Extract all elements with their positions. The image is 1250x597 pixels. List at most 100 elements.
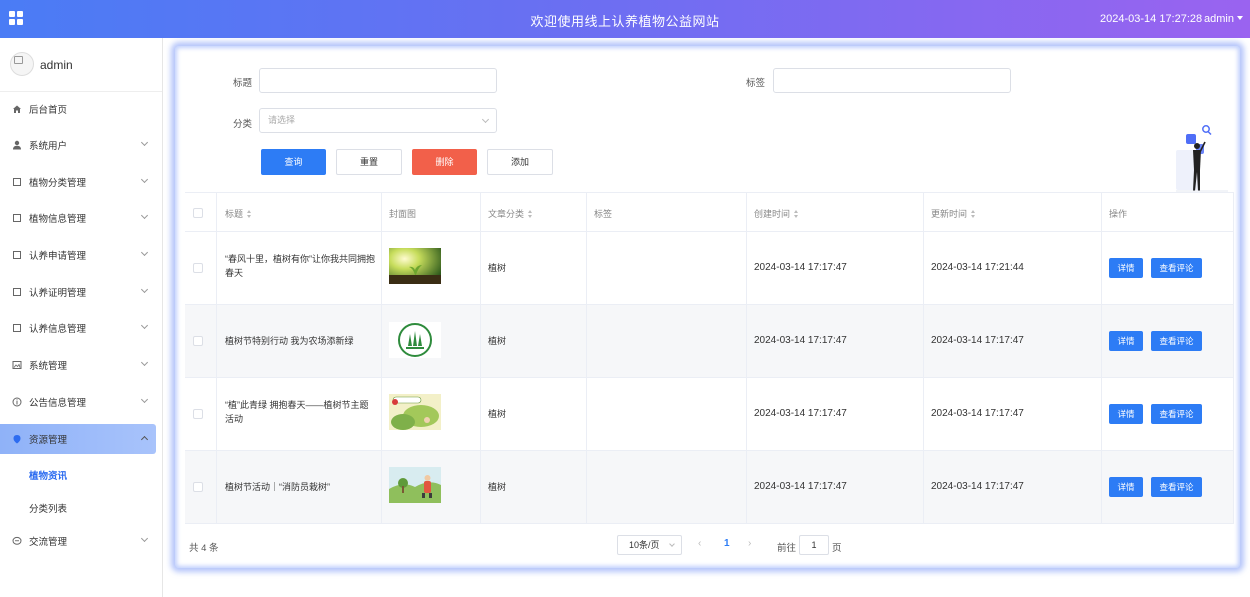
header-updated[interactable]: 更新时间	[931, 207, 976, 220]
sidebar-item-label: 后台首页	[29, 105, 68, 116]
sidebar-item-label: 系统用户	[29, 141, 68, 152]
category-placeholder: 请选择	[268, 115, 296, 125]
category-label: 分类	[233, 119, 253, 130]
sort-icon[interactable]	[247, 210, 252, 218]
sidebar-subitem-label: 植物资讯	[29, 471, 68, 482]
chevron-down-icon	[669, 541, 675, 547]
column-divider	[923, 192, 924, 524]
sort-icon[interactable]	[794, 210, 799, 218]
detail-button[interactable]: 详情	[1109, 258, 1143, 278]
sidebar-item-users[interactable]: 系统用户	[0, 130, 163, 160]
sidebar-item-label: 认养申请管理	[29, 251, 87, 262]
page-size-value: 10条/页	[629, 540, 660, 550]
header-actions: 操作	[1109, 209, 1128, 219]
row-checkbox[interactable]	[193, 482, 203, 492]
sort-icon[interactable]	[971, 210, 976, 218]
chevron-right-icon[interactable]: ›	[748, 539, 758, 549]
title-label: 标题	[233, 78, 253, 89]
sidebar-item-adoption-proof[interactable]: 认养证明管理	[0, 277, 163, 307]
sidebar-item-plant-category[interactable]: 植物分类管理	[0, 167, 163, 197]
goto-unit: 页	[832, 543, 842, 554]
row-title: 植树节活动｜“消防员栽树”	[225, 482, 330, 492]
chat-icon	[12, 536, 22, 546]
column-divider	[1101, 192, 1102, 524]
user-dropdown[interactable]: admin	[1204, 13, 1243, 25]
sidebar-subitem-category-list[interactable]: 分类列表	[0, 494, 163, 520]
page-number[interactable]: 1	[724, 538, 730, 549]
header-created[interactable]: 创建时间	[754, 207, 799, 220]
view-comments-button[interactable]: 查看评论	[1151, 477, 1202, 497]
header-cover: 封面图	[389, 209, 417, 219]
site-title: 欢迎使用线上认养植物公益网站	[530, 14, 720, 29]
row-checkbox[interactable]	[193, 409, 203, 419]
sidebar-item-communication[interactable]: 交流管理	[0, 526, 163, 556]
tag-label: 标签	[746, 78, 766, 89]
view-comments-button[interactable]: 查看评论	[1151, 404, 1202, 424]
person-illustration	[1176, 125, 1228, 192]
detail-button[interactable]: 详情	[1109, 477, 1143, 497]
goto-page-input[interactable]: 1	[799, 535, 829, 555]
row-category: 植树	[488, 263, 507, 273]
row-title: “春风十里，植树有你”让你我共同拥抱春天	[225, 254, 375, 278]
row-checkbox[interactable]	[193, 336, 203, 346]
caret-down-icon	[1236, 16, 1243, 20]
delete-button[interactable]: 删除	[412, 149, 477, 175]
tag-input[interactable]	[773, 68, 1011, 93]
sidebar-item-label: 植物分类管理	[29, 178, 87, 189]
header-title[interactable]: 标题	[225, 207, 252, 220]
current-datetime: 2024-03-14 17:27:28	[1100, 13, 1203, 25]
reset-button[interactable]: 重置	[336, 149, 402, 175]
chevron-left-icon[interactable]: ‹	[698, 539, 708, 549]
chevron-down-icon	[140, 321, 149, 330]
goto-label: 前往	[777, 543, 797, 554]
chevron-down-icon	[140, 175, 149, 184]
sidebar-item-notice[interactable]: 公告信息管理	[0, 387, 163, 417]
row-title: “植”此青绿 拥抱春天——植树节主题活动	[225, 400, 369, 424]
query-button[interactable]: 查询	[261, 149, 326, 175]
sidebar-item-label: 系统管理	[29, 361, 68, 372]
cover-image	[389, 248, 441, 284]
sidebar-item-home[interactable]: 后台首页	[0, 94, 163, 124]
sidebar-subitem-plant-news[interactable]: 植物资讯	[0, 461, 163, 487]
sidebar-item-system[interactable]: 系统管理	[0, 350, 163, 380]
cover-image	[389, 322, 441, 358]
view-comments-button[interactable]: 查看评论	[1151, 331, 1202, 351]
header-category-text: 文章分类	[488, 209, 525, 219]
row-created: 2024-03-14 17:17:47	[754, 481, 847, 492]
row-title: 植树节特别行动 我为农场添新绿	[225, 336, 354, 346]
title-input[interactable]	[259, 68, 497, 93]
column-divider	[381, 192, 382, 524]
column-divider	[1233, 192, 1234, 524]
add-button[interactable]: 添加	[487, 149, 553, 175]
sidebar-item-adoption-info[interactable]: 认养信息管理	[0, 313, 163, 343]
detail-button[interactable]: 详情	[1109, 331, 1143, 351]
sidebar-item-resources[interactable]: 资源管理	[0, 424, 156, 454]
chevron-down-icon	[140, 248, 149, 257]
row-category: 植树	[488, 336, 507, 346]
header-updated-text: 更新时间	[931, 209, 968, 219]
category-select[interactable]: 请选择	[259, 108, 497, 133]
detail-button[interactable]: 详情	[1109, 404, 1143, 424]
row-updated: 2024-03-14 17:21:44	[931, 262, 1024, 273]
sidebar-item-label: 交流管理	[29, 537, 68, 548]
sidebar-item-plant-info[interactable]: 植物信息管理	[0, 203, 163, 233]
sidebar-subitem-label: 分类列表	[29, 504, 68, 515]
sort-icon[interactable]	[528, 210, 533, 218]
cover-image	[389, 394, 441, 430]
page-size-select[interactable]: 10条/页	[617, 535, 682, 555]
row-checkbox[interactable]	[193, 263, 203, 273]
pagination-total: 共 4 条	[189, 543, 219, 554]
header-category[interactable]: 文章分类	[488, 207, 533, 220]
doc-icon	[12, 213, 22, 223]
sidebar-item-adoption-apply[interactable]: 认养申请管理	[0, 240, 163, 270]
view-comments-button[interactable]: 查看评论	[1151, 258, 1202, 278]
table-row: 植树节特别行动 我为农场添新绿 植树 2024-03-14 17:17:47 2…	[185, 305, 1234, 378]
sidebar-item-label: 植物信息管理	[29, 214, 87, 225]
user-icon	[12, 140, 22, 150]
chevron-up-icon	[140, 435, 149, 444]
sidebar-item-label: 公告信息管理	[29, 398, 87, 409]
select-all-checkbox[interactable]	[193, 208, 203, 218]
row-created: 2024-03-14 17:17:47	[754, 262, 847, 273]
sidebar: admin 后台首页 系统用户 植物分类管理 植物信息管理 认养申请管理 认养证…	[0, 38, 163, 597]
chevron-down-icon	[140, 211, 149, 220]
